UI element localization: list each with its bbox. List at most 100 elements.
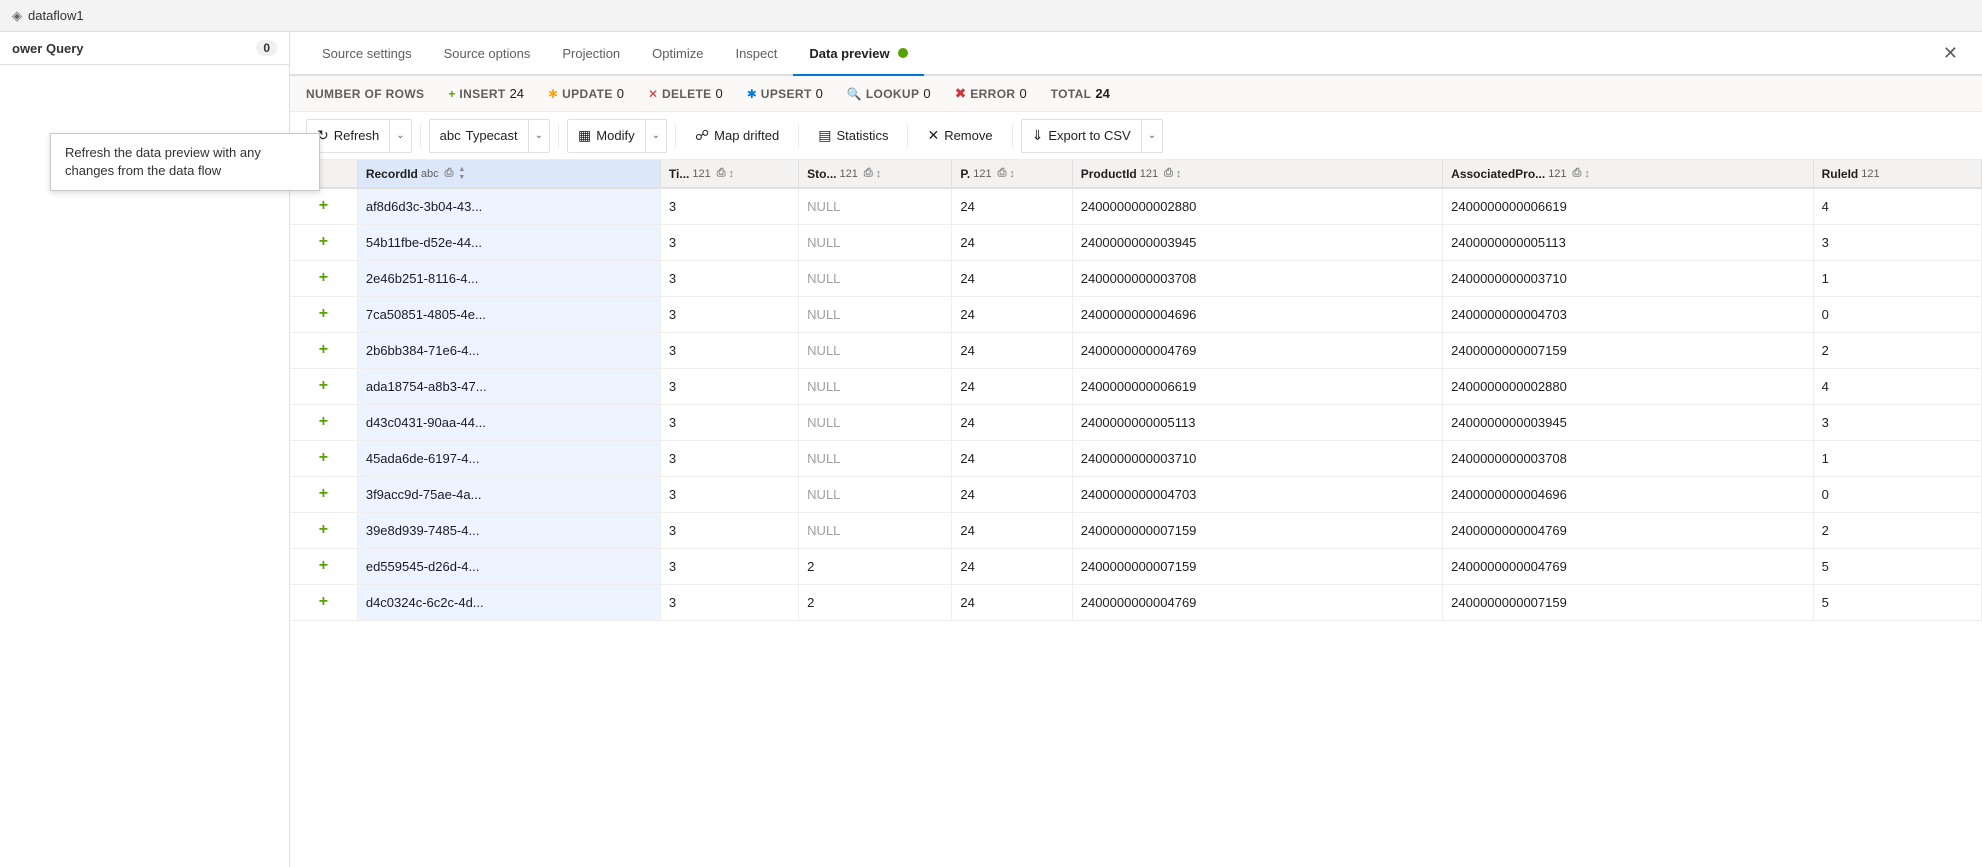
export-icon: ⇓ xyxy=(1032,127,1044,144)
modify-icon: ▦ xyxy=(578,127,591,144)
cell-associated-pro: 2400000000004769 xyxy=(1443,548,1813,584)
modify-btn-group: ▦ Modify ⌄ xyxy=(567,119,667,153)
table-row: + 45ada6de-6197-4... 3 NULL 24 240000000… xyxy=(290,440,1982,476)
refresh-btn-group: ↻ Refresh ⌄ xyxy=(306,119,412,153)
cell-p: 24 xyxy=(952,476,1072,512)
row-action-btn[interactable]: + xyxy=(290,296,357,332)
statistics-button[interactable]: ▤ Statistics xyxy=(807,120,899,152)
th-p[interactable]: P. 121 ⎙ ↕ xyxy=(952,160,1072,188)
cell-ti: 3 xyxy=(660,224,798,260)
row-action-btn[interactable]: + xyxy=(290,512,357,548)
th-product-id[interactable]: ProductId 121 ⎙ ↕ xyxy=(1072,160,1442,188)
sort-icon-3[interactable]: ↕ xyxy=(876,168,882,180)
cell-sto: 2 xyxy=(799,584,952,620)
cell-product-id: 2400000000007159 xyxy=(1072,512,1442,548)
cell-product-id: 2400000000004703 xyxy=(1072,476,1442,512)
cell-record-id: af8d6d3c-3b04-43... xyxy=(357,188,660,224)
cell-rule-id: 2 xyxy=(1813,332,1981,368)
cell-p: 24 xyxy=(952,512,1072,548)
toolbar-divider-3 xyxy=(675,124,676,148)
typecast-button[interactable]: abc Typecast xyxy=(430,120,528,152)
row-action-btn[interactable]: + xyxy=(290,584,357,620)
sort-asc-icon[interactable]: ▲▼ xyxy=(458,166,465,181)
copy-icon-4[interactable]: ⎙ xyxy=(998,167,1007,180)
cell-associated-pro: 2400000000006619 xyxy=(1443,188,1813,224)
export-csv-dropdown-button[interactable]: ⌄ xyxy=(1141,120,1162,152)
cell-rule-id: 4 xyxy=(1813,368,1981,404)
upsert-count-item: ✱ UPSERT 0 xyxy=(747,86,823,101)
cell-associated-pro: 2400000000007159 xyxy=(1443,584,1813,620)
copy-icon-3[interactable]: ⎙ xyxy=(864,167,873,180)
modify-button[interactable]: ▦ Modify xyxy=(568,120,645,152)
cell-product-id: 2400000000006619 xyxy=(1072,368,1442,404)
row-action-btn[interactable]: + xyxy=(290,224,357,260)
map-drifted-button[interactable]: ☍ Map drifted xyxy=(684,120,790,152)
copy-icon-5[interactable]: ⎙ xyxy=(1164,167,1173,180)
sort-icon-2[interactable]: ↕ xyxy=(729,168,735,180)
cell-product-id: 2400000000003708 xyxy=(1072,260,1442,296)
toolbar-divider-1 xyxy=(420,124,421,148)
tab-source-settings[interactable]: Source settings xyxy=(306,32,428,76)
cell-p: 24 xyxy=(952,296,1072,332)
cell-record-id: 3f9acc9d-75ae-4a... xyxy=(357,476,660,512)
number-of-rows-item: Number of rows xyxy=(306,87,424,101)
row-action-btn[interactable]: + xyxy=(290,548,357,584)
row-action-btn[interactable]: + xyxy=(290,368,357,404)
row-action-btn[interactable]: + xyxy=(290,260,357,296)
export-csv-btn-group: ⇓ Export to CSV ⌄ xyxy=(1021,119,1164,153)
cell-rule-id: 3 xyxy=(1813,224,1981,260)
cell-sto: 2 xyxy=(799,548,952,584)
refresh-dropdown-button[interactable]: ⌄ xyxy=(389,120,410,152)
update-count-item: ✱ UPDATE 0 xyxy=(548,86,624,101)
cell-ti: 3 xyxy=(660,404,798,440)
th-record-id[interactable]: RecordId abc ⎙ ▲▼ xyxy=(357,160,660,188)
cell-associated-pro: 2400000000003708 xyxy=(1443,440,1813,476)
close-button[interactable]: ✕ xyxy=(1935,43,1966,64)
tab-inspect[interactable]: Inspect xyxy=(719,32,793,76)
cell-rule-id: 0 xyxy=(1813,296,1981,332)
cell-record-id: ed559545-d26d-4... xyxy=(357,548,660,584)
lookup-count-item: 🔍 LOOKUP 0 xyxy=(847,86,931,101)
cell-record-id: d4c0324c-6c2c-4d... xyxy=(357,584,660,620)
cell-rule-id: 2 xyxy=(1813,512,1981,548)
tab-source-options[interactable]: Source options xyxy=(428,32,547,76)
copy-icon-6[interactable]: ⎙ xyxy=(1573,167,1582,180)
modify-dropdown-button[interactable]: ⌄ xyxy=(645,120,666,152)
row-action-btn[interactable]: + xyxy=(290,404,357,440)
th-sto[interactable]: Sto... 121 ⎙ ↕ xyxy=(799,160,952,188)
cell-p: 24 xyxy=(952,332,1072,368)
remove-button[interactable]: ✕ Remove xyxy=(916,120,1003,152)
tab-projection[interactable]: Projection xyxy=(546,32,636,76)
copy-icon-2[interactable]: ⎙ xyxy=(717,167,726,180)
cell-record-id: 2b6bb384-71e6-4... xyxy=(357,332,660,368)
th-ti[interactable]: Ti... 121 ⎙ ↕ xyxy=(660,160,798,188)
cell-record-id: 2e46b251-8116-4... xyxy=(357,260,660,296)
th-associated-pro[interactable]: AssociatedPro... 121 ⎙ ↕ xyxy=(1443,160,1813,188)
cell-sto: NULL xyxy=(799,296,952,332)
title-label: dataflow1 xyxy=(28,8,84,23)
cell-ti: 3 xyxy=(660,476,798,512)
cell-ti: 3 xyxy=(660,512,798,548)
sort-icon-6[interactable]: ↕ xyxy=(1584,168,1590,180)
toolbar-divider-5 xyxy=(907,124,908,148)
sort-icon-5[interactable]: ↕ xyxy=(1176,168,1182,180)
row-action-btn[interactable]: + xyxy=(290,476,357,512)
sort-icon-4[interactable]: ↕ xyxy=(1009,168,1015,180)
sidebar-title: ower Query xyxy=(12,41,84,56)
export-csv-button[interactable]: ⇓ Export to CSV xyxy=(1022,120,1141,152)
row-action-btn[interactable]: + xyxy=(290,188,357,224)
cell-p: 24 xyxy=(952,224,1072,260)
typecast-dropdown-button[interactable]: ⌄ xyxy=(528,120,549,152)
copy-icon[interactable]: ⎙ xyxy=(445,167,454,180)
chevron-down-icon-3: ⌄ xyxy=(652,130,660,141)
cell-record-id: 39e8d939-7485-4... xyxy=(357,512,660,548)
th-rule-id[interactable]: RuleId 121 xyxy=(1813,160,1981,188)
delete-count-item: ✕ DELETE 0 xyxy=(648,86,723,101)
cell-ti: 3 xyxy=(660,332,798,368)
tab-data-preview[interactable]: Data preview xyxy=(793,32,923,76)
row-action-btn[interactable]: + xyxy=(290,332,357,368)
cell-product-id: 2400000000004696 xyxy=(1072,296,1442,332)
cell-product-id: 2400000000003945 xyxy=(1072,224,1442,260)
tab-optimize[interactable]: Optimize xyxy=(636,32,719,76)
row-action-btn[interactable]: + xyxy=(290,440,357,476)
